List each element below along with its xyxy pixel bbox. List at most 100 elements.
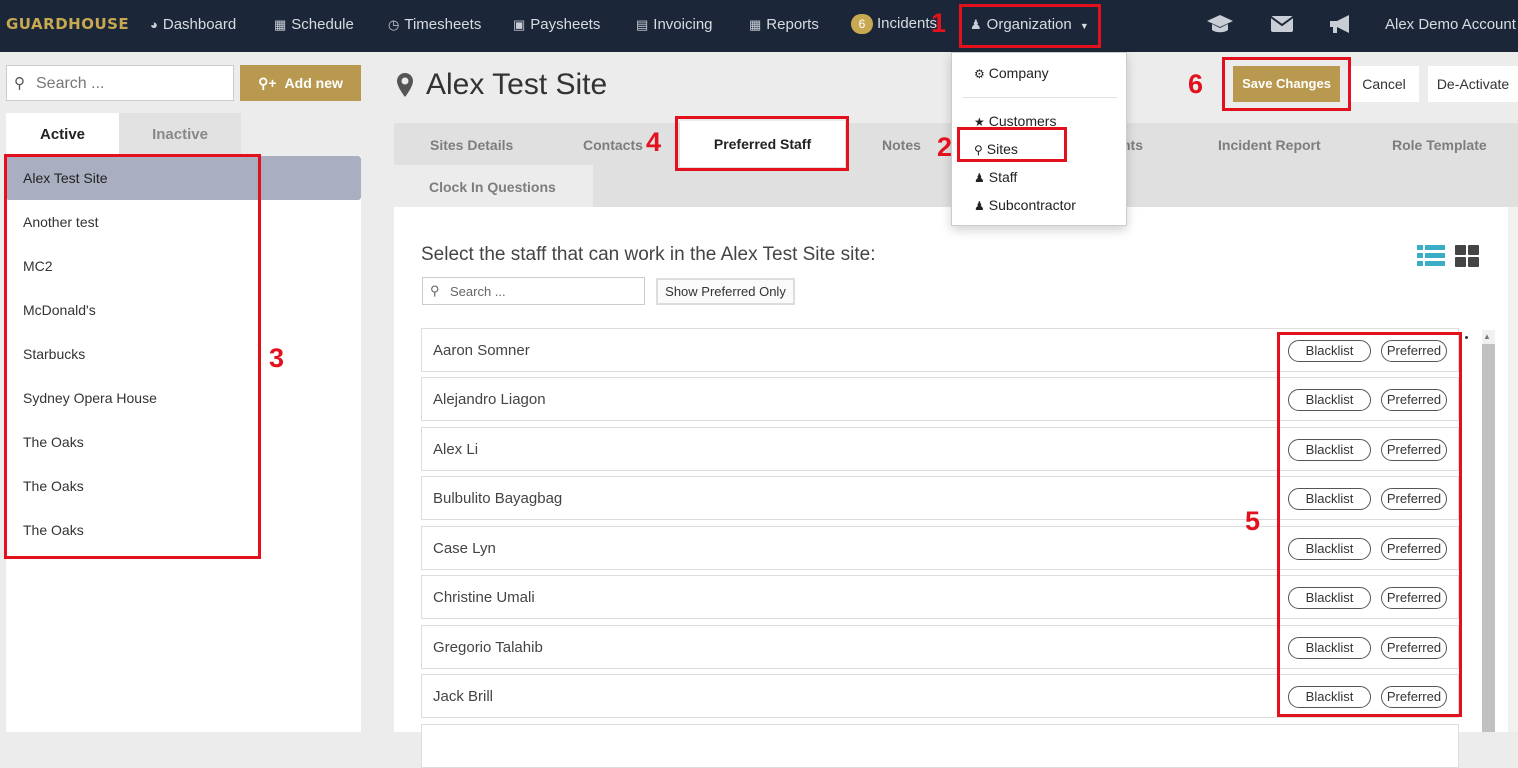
site-list-item[interactable]: Sydney Opera House — [6, 376, 361, 420]
tab-sites-details[interactable]: Sites Details — [430, 137, 513, 153]
menu-item-subcontractor[interactable]: ♟ Subcontractor — [974, 197, 1076, 213]
cancel-button[interactable]: Cancel — [1349, 66, 1419, 102]
nav-organization[interactable]: ♟ Organization ▼ — [970, 16, 1089, 33]
site-list-item[interactable]: Alex Test Site — [6, 156, 361, 200]
blacklist-button[interactable]: Blacklist — [1288, 686, 1371, 708]
user-icon: ♟ — [974, 199, 985, 213]
staff-row: Gregorio Talahib Blacklist Preferred — [421, 625, 1459, 669]
staff-row: Alex Li Blacklist Preferred — [421, 427, 1459, 471]
money-icon: ▣ — [513, 17, 526, 32]
staff-row: Alejandro Liagon Blacklist Preferred — [421, 377, 1459, 421]
annotation-number: 2 — [937, 132, 953, 162]
blacklist-button[interactable]: Blacklist — [1288, 538, 1371, 560]
list-view-icon[interactable] — [1417, 245, 1445, 267]
staff-search-input[interactable] — [448, 282, 638, 301]
site-list-item[interactable]: The Oaks — [6, 464, 361, 508]
blacklist-button[interactable]: Blacklist — [1288, 389, 1371, 411]
graduation-cap-icon[interactable] — [1206, 13, 1234, 41]
staff-name: Bulbulito Bayagbag — [433, 490, 563, 507]
guardhouse-logo[interactable]: GUARDHOUSE — [6, 15, 129, 33]
menu-divider — [962, 97, 1117, 98]
save-changes-button[interactable]: Save Changes — [1233, 66, 1340, 102]
tab-notes[interactable]: Notes — [882, 137, 921, 153]
tab-active[interactable]: Active — [6, 113, 119, 156]
staff-row: Christine Umali Blacklist Preferred — [421, 575, 1459, 619]
tab-contacts[interactable]: Contacts — [583, 137, 643, 153]
blacklist-button[interactable]: Blacklist — [1288, 587, 1371, 609]
account-menu[interactable]: Alex Demo Account — [1385, 16, 1516, 33]
select-staff-label: Select the staff that can work in the Al… — [421, 244, 876, 265]
preferred-button[interactable]: Preferred — [1381, 488, 1447, 510]
incidents-count-badge: 6 — [851, 14, 873, 34]
site-list-item[interactable]: The Oaks — [6, 420, 361, 464]
nav-invoicing[interactable]: ▤ Invoicing — [636, 16, 713, 33]
top-navbar: GUARDHOUSE ◕ Dashboard ▦ Schedule ◷ Timeshe… — [0, 0, 1518, 52]
site-list-item[interactable]: MC2 — [6, 244, 361, 288]
invoice-icon: ▤ — [636, 17, 649, 32]
add-new-site-button[interactable]: ⚲+ Add new — [240, 65, 361, 101]
deactivate-button[interactable]: De-Activate — [1428, 66, 1518, 102]
preferred-button[interactable]: Preferred — [1381, 587, 1447, 609]
preferred-button[interactable]: Preferred — [1381, 439, 1447, 461]
show-preferred-only-button[interactable]: Show Preferred Only — [656, 278, 795, 305]
staff-name: Case Lyn — [433, 540, 496, 557]
nav-incidents[interactable]: 6 Incidents — [851, 14, 937, 34]
blacklist-button[interactable]: Blacklist — [1288, 340, 1371, 362]
tab-inactive[interactable]: Inactive — [119, 113, 241, 156]
staff-row — [421, 724, 1459, 768]
site-list-item[interactable]: The Oaks — [6, 508, 361, 552]
blacklist-button[interactable]: Blacklist — [1288, 637, 1371, 659]
preferred-button[interactable]: Preferred — [1381, 389, 1447, 411]
preferred-button[interactable]: Preferred — [1381, 538, 1447, 560]
table-icon: ▦ — [749, 17, 762, 32]
nav-dashboard[interactable]: ◕ Dashboard — [150, 16, 236, 33]
staff-list-scrollbar-thumb[interactable] — [1482, 344, 1495, 732]
staff-name: Aaron Somner — [433, 342, 530, 359]
menu-item-staff[interactable]: ♟ Staff — [974, 169, 1017, 185]
menu-item-sites[interactable]: ⚲ Sites — [974, 141, 1018, 157]
blacklist-button[interactable]: Blacklist — [1288, 488, 1371, 510]
calendar-icon: ▦ — [274, 17, 287, 32]
tab-clock-in-questions[interactable]: Clock In Questions — [429, 179, 556, 195]
preferred-button[interactable]: Preferred — [1381, 340, 1447, 362]
cog-icon: ⚙ — [974, 67, 985, 81]
search-icon: ⚲ — [430, 283, 440, 298]
map-marker-icon — [396, 72, 414, 105]
page-title: Alex Test Site — [426, 68, 608, 101]
annotation-number: 3 — [269, 343, 285, 373]
menu-item-company[interactable]: ⚙ Company — [974, 65, 1049, 81]
staff-row: Aaron Somner Blacklist Preferred — [421, 328, 1459, 372]
page-scrollbar[interactable] — [1508, 207, 1518, 732]
megaphone-icon[interactable] — [1327, 13, 1353, 41]
user-icon: ♟ — [974, 171, 985, 185]
site-search-input[interactable] — [34, 72, 229, 96]
site-search-box: ⚲ — [6, 65, 234, 101]
nav-paysheets[interactable]: ▣ Paysheets — [513, 16, 600, 33]
preferred-button[interactable]: Preferred — [1381, 686, 1447, 708]
tab-preferred-staff[interactable]: Preferred Staff — [680, 121, 845, 167]
nav-timesheets[interactable]: ◷ Timesheets — [388, 16, 481, 33]
caret-down-icon: ▼ — [1079, 21, 1089, 31]
staff-row: Bulbulito Bayagbag Blacklist Preferred — [421, 476, 1459, 520]
preferred-button[interactable]: Preferred — [1381, 637, 1447, 659]
tab-incident-report[interactable]: Incident Report — [1218, 137, 1321, 153]
staff-name: Alex Li — [433, 441, 479, 458]
site-list-item[interactable]: McDonald's — [6, 288, 361, 332]
annotation-number: 6 — [1188, 69, 1204, 99]
menu-item-customers[interactable]: ★ Customers — [974, 113, 1056, 129]
scroll-up-arrow-icon[interactable]: ▲ — [1483, 332, 1491, 341]
grid-view-icon[interactable] — [1455, 245, 1480, 267]
nav-schedule[interactable]: ▦ Schedule — [274, 16, 354, 33]
envelope-icon[interactable] — [1270, 14, 1294, 40]
nav-reports[interactable]: ▦ Reports — [749, 16, 819, 33]
star-icon: ★ — [974, 115, 985, 129]
decorative-dot — [1465, 336, 1468, 339]
site-list-item[interactable]: Another test — [6, 200, 361, 244]
tab-role-template[interactable]: Role Template — [1392, 137, 1487, 153]
staff-row: Case Lyn Blacklist Preferred — [421, 526, 1459, 570]
staff-search-box: ⚲ — [422, 277, 645, 305]
clock-icon: ◷ — [388, 17, 400, 32]
site-list-item[interactable]: Starbucks — [6, 332, 361, 376]
map-marker-plus-icon: ⚲+ — [258, 75, 277, 91]
blacklist-button[interactable]: Blacklist — [1288, 439, 1371, 461]
